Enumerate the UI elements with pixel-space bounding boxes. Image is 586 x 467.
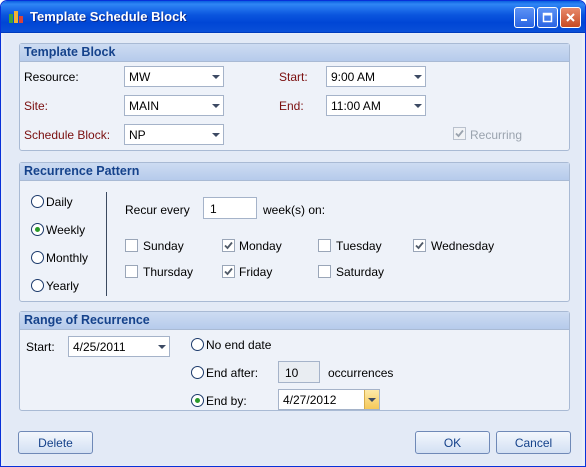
range-start-date-value: 4/25/2011 xyxy=(73,340,126,354)
end-after-input[interactable]: 10 xyxy=(278,361,320,383)
end-after-value: 10 xyxy=(285,366,299,380)
wednesday-label: Wednesday xyxy=(431,239,495,253)
end-by-label: End by: xyxy=(206,394,247,408)
resource-label: Resource: xyxy=(24,70,79,84)
start-time-value: 9:00 AM xyxy=(331,70,376,84)
end-time-combo[interactable]: 11:00 AM xyxy=(326,95,426,116)
check-icon xyxy=(455,129,464,138)
friday-label: Friday xyxy=(239,265,273,279)
wednesday-checkbox[interactable] xyxy=(413,239,426,252)
site-dropdown-button[interactable] xyxy=(208,96,223,115)
chevron-down-icon xyxy=(413,74,422,79)
sunday-label: Sunday xyxy=(143,239,184,253)
yearly-label: Yearly xyxy=(46,279,79,293)
start-time-combo[interactable]: 9:00 AM xyxy=(326,66,426,87)
app-icon xyxy=(9,11,23,23)
range-start-date-dropdown-button[interactable] xyxy=(154,337,169,356)
template-block-group: Template Block Resource: MW Site: MAIN S… xyxy=(19,43,570,151)
schedule-block-value: NP xyxy=(129,128,146,142)
daily-radio[interactable] xyxy=(31,195,44,208)
range-start-date-combo[interactable]: 4/25/2011 xyxy=(68,336,170,357)
weekly-radio[interactable] xyxy=(31,223,44,236)
occurrences-label: occurrences xyxy=(328,366,394,380)
range-start-label: Start: xyxy=(26,340,55,354)
monthly-label: Monthly xyxy=(46,251,89,265)
resource-dropdown-button[interactable] xyxy=(208,67,223,86)
maximize-button[interactable] xyxy=(537,7,558,28)
close-button[interactable] xyxy=(560,7,581,28)
schedule-block-dropdown-button[interactable] xyxy=(208,125,223,144)
title-bar[interactable]: Template Schedule Block xyxy=(1,1,585,33)
recurrence-pattern-header: Recurrence Pattern xyxy=(20,163,569,181)
saturday-label: Saturday xyxy=(336,265,385,279)
check-icon xyxy=(415,241,424,250)
saturday-checkbox[interactable] xyxy=(318,265,331,278)
recur-every-input[interactable]: 1 xyxy=(203,197,257,219)
end-by-date-dropdown-button[interactable] xyxy=(364,390,379,409)
end-time-value: 11:00 AM xyxy=(331,99,381,113)
yearly-radio[interactable] xyxy=(31,279,44,292)
end-after-radio[interactable] xyxy=(191,366,204,379)
check-icon xyxy=(224,267,233,276)
range-of-recurrence-group: Range of Recurrence Start: 4/25/2011 No … xyxy=(19,311,570,411)
no-end-date-label: No end date xyxy=(206,338,272,352)
radio-selected-dot xyxy=(195,398,200,403)
chevron-down-icon xyxy=(211,132,220,137)
check-icon xyxy=(224,241,233,250)
cancel-button[interactable]: Cancel xyxy=(496,431,571,454)
start-time-dropdown-button[interactable] xyxy=(410,67,425,86)
resource-value: MW xyxy=(129,70,151,84)
chevron-down-icon xyxy=(413,103,422,108)
close-icon xyxy=(566,13,575,22)
chevron-down-icon xyxy=(368,397,376,402)
recurrence-pattern-group: Recurrence Pattern Daily Weekly Monthly … xyxy=(19,162,570,302)
chevron-down-icon xyxy=(157,344,166,349)
sunday-checkbox[interactable] xyxy=(125,239,138,252)
end-time-dropdown-button[interactable] xyxy=(410,96,425,115)
minimize-button[interactable] xyxy=(514,7,535,28)
no-end-date-radio[interactable] xyxy=(191,338,204,351)
delete-button[interactable]: Delete xyxy=(18,431,93,454)
end-after-label: End after: xyxy=(206,366,259,380)
monday-checkbox[interactable] xyxy=(222,239,235,252)
radio-selected-dot xyxy=(35,227,40,232)
resource-combo[interactable]: MW xyxy=(124,66,224,87)
window-title: Template Schedule Block xyxy=(30,9,187,24)
chevron-down-icon xyxy=(211,74,220,79)
monday-label: Monday xyxy=(239,239,282,253)
site-label: Site: xyxy=(24,99,49,113)
end-by-radio[interactable] xyxy=(191,394,204,407)
end-time-label: End: xyxy=(279,99,304,113)
tuesday-checkbox[interactable] xyxy=(318,239,331,252)
daily-label: Daily xyxy=(46,195,73,209)
range-of-recurrence-header: Range of Recurrence xyxy=(20,312,569,330)
thursday-label: Thursday xyxy=(143,265,194,279)
tuesday-label: Tuesday xyxy=(336,239,382,253)
recur-every-value: 1 xyxy=(210,202,217,216)
ok-button[interactable]: OK xyxy=(415,431,490,454)
site-combo[interactable]: MAIN xyxy=(124,95,224,116)
chevron-down-icon xyxy=(211,103,220,108)
friday-checkbox[interactable] xyxy=(222,265,235,278)
monthly-radio[interactable] xyxy=(31,251,44,264)
dialog-window: Template Schedule Block Template Block R… xyxy=(0,0,586,467)
weeks-on-label: week(s) on: xyxy=(263,203,326,217)
thursday-checkbox[interactable] xyxy=(125,265,138,278)
end-by-date-combo[interactable]: 4/27/2012 xyxy=(278,389,380,410)
end-by-date-value: 4/27/2012 xyxy=(283,393,337,407)
weekly-label: Weekly xyxy=(46,223,86,237)
start-time-label: Start: xyxy=(279,70,308,84)
template-block-header: Template Block xyxy=(20,44,569,62)
maximize-icon xyxy=(542,12,553,23)
recur-every-label: Recur every xyxy=(125,203,190,217)
site-value: MAIN xyxy=(129,99,159,113)
schedule-block-label: Schedule Block: xyxy=(24,128,111,142)
recurring-checkbox[interactable] xyxy=(453,127,466,140)
dialog-body: Template Block Resource: MW Site: MAIN S… xyxy=(4,34,582,465)
minimize-icon xyxy=(521,19,527,21)
pattern-divider xyxy=(106,192,107,296)
schedule-block-combo[interactable]: NP xyxy=(124,124,224,145)
recurring-label: Recurring xyxy=(470,128,523,142)
